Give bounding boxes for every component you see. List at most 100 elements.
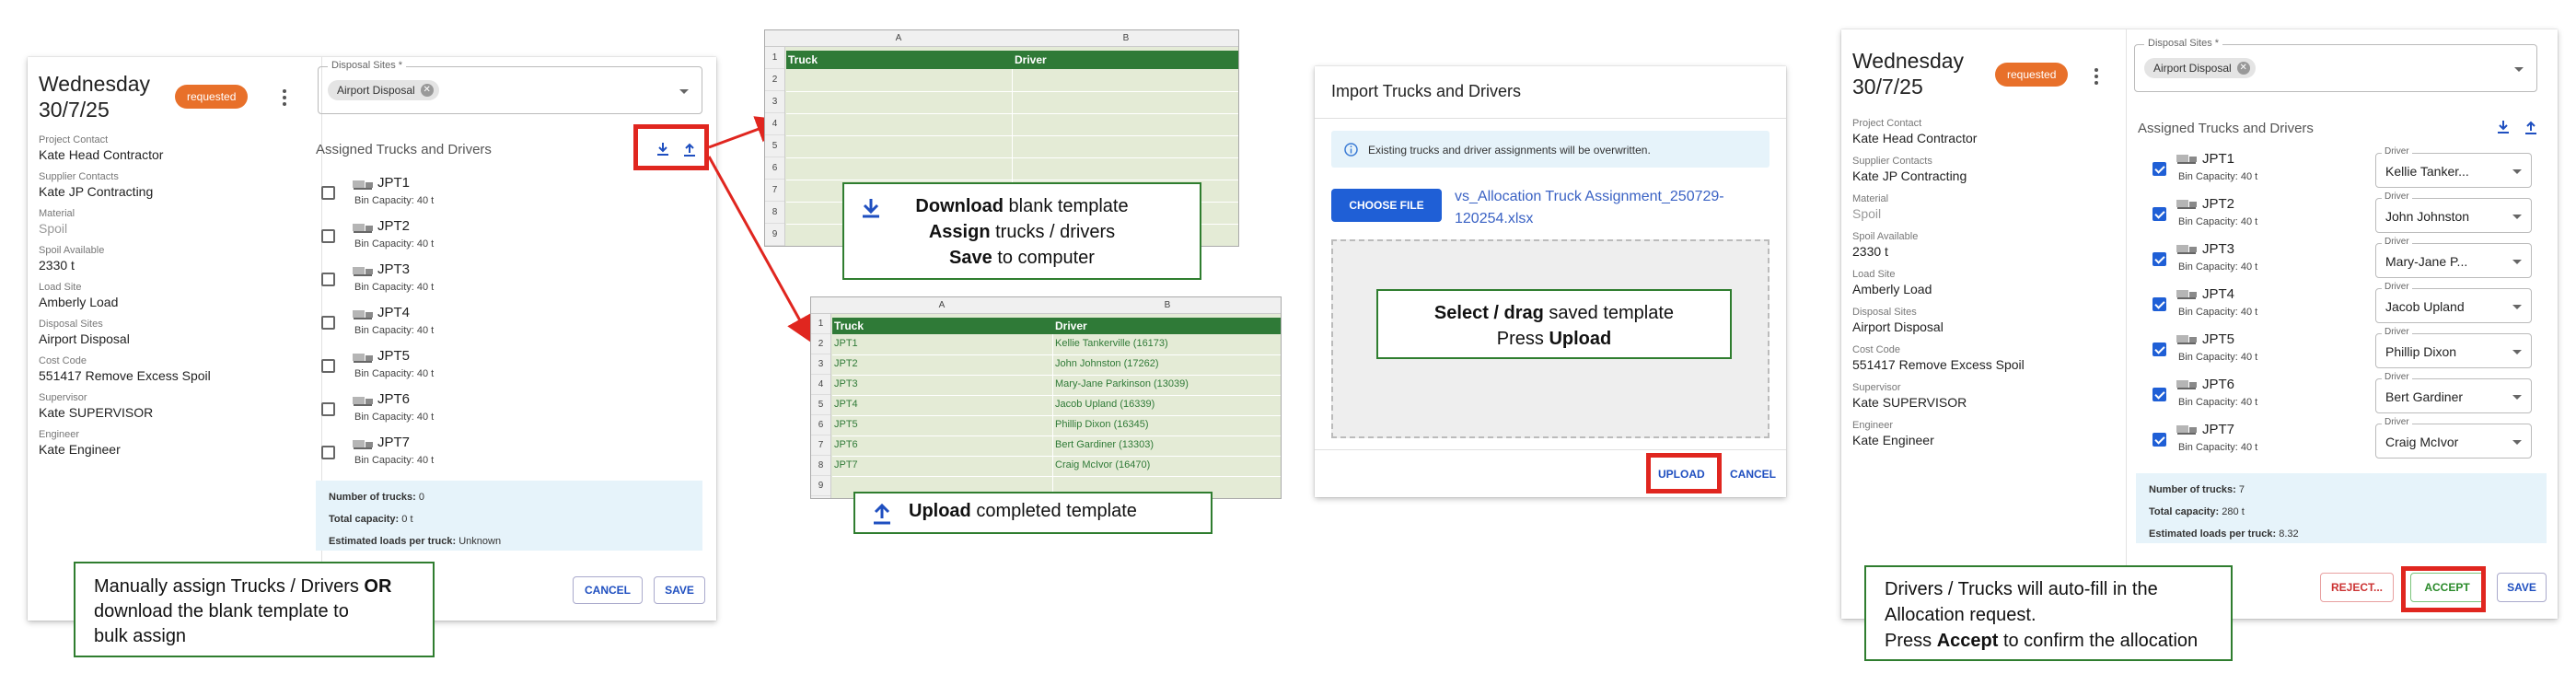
truck-icon xyxy=(2176,335,2197,344)
driver-select[interactable]: Driver John Johnston xyxy=(2375,192,2532,233)
truck-row[interactable]: JPT6 Bin Capacity: 40 t Driver Bert Gardine… xyxy=(2138,372,2543,415)
truck-row[interactable]: JPT3 Bin Capacity: 40 t Driver Mary-Jane P.… xyxy=(2138,237,2543,280)
truck-capacity: Bin Capacity: 40 t xyxy=(2178,397,2258,408)
row-number: 2 xyxy=(811,334,830,354)
driver-value: John Johnston xyxy=(2385,209,2470,224)
field-label: Cost Code xyxy=(1852,344,1900,355)
chevron-down-icon[interactable] xyxy=(2512,215,2522,219)
field-value: Spoil xyxy=(1852,206,1882,221)
driver-cell: John Johnston (17262) xyxy=(1055,358,1159,369)
chevron-down-icon[interactable] xyxy=(2512,440,2522,445)
truck-checkbox[interactable] xyxy=(2152,162,2166,176)
driver-column-header: Driver xyxy=(1055,319,1087,332)
choose-file-button[interactable]: CHOOSE FILE xyxy=(1331,189,1442,222)
loads-per-truck: Estimated loads per truck: 8.32 xyxy=(2149,528,2299,540)
sheet-data: JPT1 Kellie Tankerville (16173) JPT2 John J… xyxy=(832,334,1281,498)
truck-row[interactable]: JPT7 Bin Capacity: 40 t Driver Craig McIvor xyxy=(2138,417,2543,460)
detail-field: Disposal Sites Airport Disposal xyxy=(1852,307,2119,334)
save-button[interactable]: SAVE xyxy=(2497,573,2547,602)
truck-row[interactable]: JPT1 Bin Capacity: 40 t Driver Kellie Tanke… xyxy=(2138,146,2543,190)
filled-template-sheet: A B 123456789 Truck Driver JPT1 Kellie Ta… xyxy=(810,296,1282,499)
truck-checkbox[interactable] xyxy=(2152,252,2166,266)
truck-capacity: Bin Capacity: 40 t xyxy=(2178,216,2258,227)
row-number: 2 xyxy=(765,69,784,91)
chevron-down-icon[interactable] xyxy=(2514,67,2524,72)
detail-field: Supplier Contacts Kate JP Contracting xyxy=(1852,156,2119,183)
summary-panel: Number of trucks: 7 Total capacity: 280 … xyxy=(2136,473,2547,543)
grid-line xyxy=(832,435,1281,436)
truck-icon xyxy=(2176,245,2197,254)
chevron-down-icon[interactable] xyxy=(2512,169,2522,174)
truck-capacity: Bin Capacity: 40 t xyxy=(2178,442,2258,453)
trucks-count: Number of trucks: 7 xyxy=(2149,484,2245,495)
callout-upload: Upload completed template xyxy=(853,492,1213,534)
truck-capacity: Bin Capacity: 40 t xyxy=(2178,261,2258,273)
driver-select[interactable]: Driver Mary-Jane P... xyxy=(2375,237,2532,278)
field-value: Kate Engineer xyxy=(1852,433,1934,447)
chevron-down-icon[interactable] xyxy=(2512,395,2522,400)
driver-select[interactable]: Driver Kellie Tanker... xyxy=(2375,146,2532,188)
cancel-button[interactable]: CANCEL xyxy=(1730,468,1776,481)
divider xyxy=(1315,449,1786,450)
field-label: Supervisor xyxy=(1852,382,1901,393)
download-icon xyxy=(863,199,879,218)
field-value: Kate Head Contractor xyxy=(1852,131,1978,145)
truck-checkbox[interactable] xyxy=(2152,388,2166,401)
truck-checkbox[interactable] xyxy=(2152,342,2166,356)
download-icon[interactable] xyxy=(2497,120,2510,134)
upload-icon xyxy=(874,503,890,525)
detail-field: Material Spoil xyxy=(1852,193,2119,221)
upload-highlight xyxy=(1646,453,1722,493)
driver-value: Craig McIvor xyxy=(2385,435,2459,449)
row-number: 6 xyxy=(811,415,830,435)
driver-label: Driver xyxy=(2382,146,2412,157)
row-number: 9 xyxy=(811,476,830,496)
truck-row[interactable]: JPT5 Bin Capacity: 40 t Driver Phillip Dixo… xyxy=(2138,327,2543,370)
row-number: 7 xyxy=(765,180,784,202)
driver-label: Driver xyxy=(2382,282,2412,292)
truck-icon xyxy=(2176,155,2197,164)
truck-cell: JPT3 xyxy=(834,378,858,389)
driver-value: Phillip Dixon xyxy=(2385,344,2457,359)
detail-field: Project Contact Kate Head Contractor xyxy=(1852,118,2119,145)
row-number: 7 xyxy=(811,435,830,456)
grid-line xyxy=(786,135,1238,136)
more-menu-icon[interactable] xyxy=(2094,68,2098,87)
import-dialog: Import Trucks and Drivers Existing truck… xyxy=(1315,66,1786,497)
field-label: Load Site xyxy=(1852,269,1896,280)
chip-remove-icon[interactable]: ✕ xyxy=(2236,62,2250,75)
reject-button[interactable]: REJECT... xyxy=(2320,573,2394,602)
truck-column-header: Truck xyxy=(834,319,864,332)
truck-list: JPT1 Bin Capacity: 40 t Driver Kellie Tanke… xyxy=(2138,146,2543,470)
col-a-header: A xyxy=(785,30,1012,47)
driver-cell: Bert Gardiner (13303) xyxy=(1055,439,1154,450)
detail-fields: Project Contact Kate Head Contractor Suppl… xyxy=(1852,118,2119,458)
truck-row[interactable]: JPT2 Bin Capacity: 40 t Driver John Johnsto… xyxy=(2138,192,2543,235)
truck-name: JPT2 xyxy=(2202,196,2235,212)
truck-checkbox[interactable] xyxy=(2152,207,2166,221)
col-b-header: B xyxy=(1052,297,1281,314)
grid-line xyxy=(786,157,1238,158)
chevron-down-icon[interactable] xyxy=(2512,305,2522,309)
truck-cell: JPT5 xyxy=(834,419,858,430)
truck-checkbox[interactable] xyxy=(2152,297,2166,311)
truck-checkbox[interactable] xyxy=(2152,433,2166,447)
truck-icon xyxy=(2176,290,2197,299)
truck-row[interactable]: JPT4 Bin Capacity: 40 t Driver Jacob Upland xyxy=(2138,282,2543,325)
chevron-down-icon[interactable] xyxy=(2512,350,2522,354)
callout-select-template: Select / drag saved template Press Uploa… xyxy=(1376,289,1732,359)
driver-select[interactable]: Driver Bert Gardiner xyxy=(2375,372,2532,413)
disposal-sites-select[interactable]: Disposal Sites * Airport Disposal ✕ xyxy=(2134,38,2537,92)
grid-line xyxy=(832,395,1281,396)
sheet-header-row: Truck Driver xyxy=(786,51,1238,69)
upload-icon[interactable] xyxy=(2524,120,2537,134)
row-number: 5 xyxy=(811,395,830,415)
driver-select[interactable]: Driver Jacob Upland xyxy=(2375,282,2532,323)
driver-label: Driver xyxy=(2382,327,2412,337)
driver-select[interactable]: Driver Craig McIvor xyxy=(2375,417,2532,459)
field-value: 551417 Remove Excess Spoil xyxy=(1852,357,2025,372)
driver-select[interactable]: Driver Phillip Dixon xyxy=(2375,327,2532,368)
driver-label: Driver xyxy=(2382,417,2412,427)
chevron-down-icon[interactable] xyxy=(2512,260,2522,264)
truck-icon xyxy=(2176,200,2197,209)
